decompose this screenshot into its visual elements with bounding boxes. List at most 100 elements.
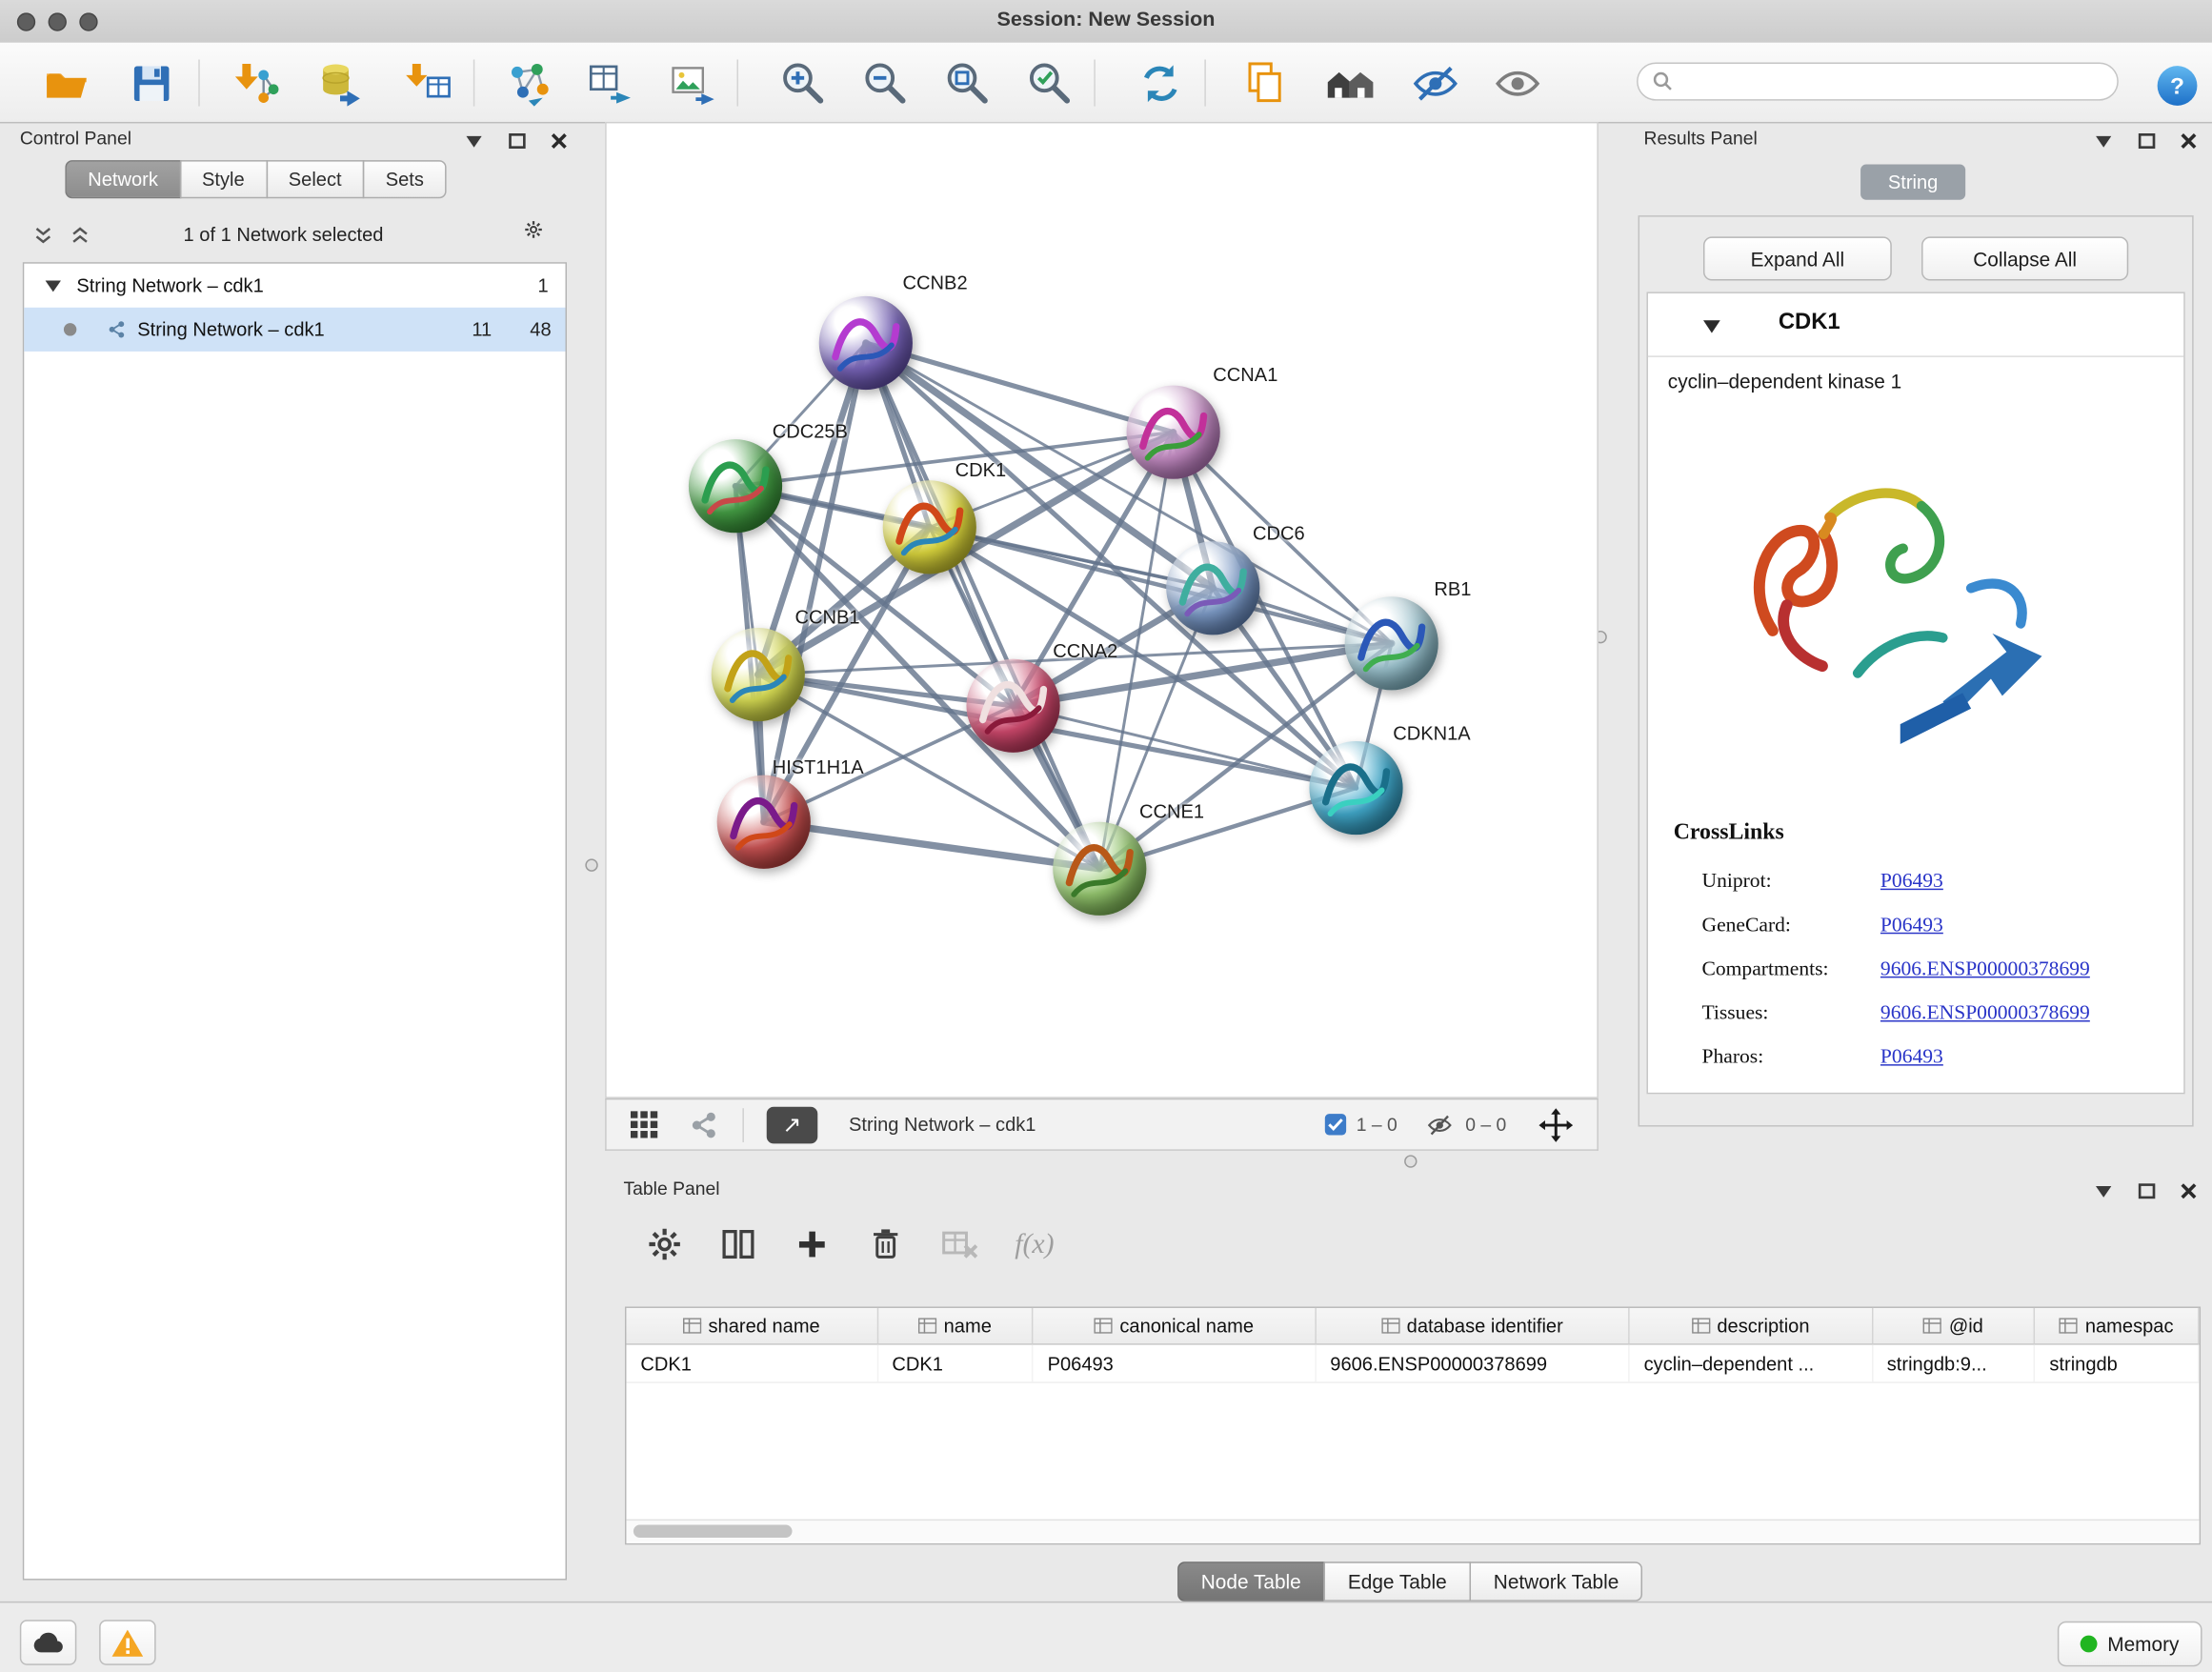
node-HIST1H1A[interactable]: [717, 776, 811, 869]
node-CDKN1A[interactable]: [1309, 741, 1402, 835]
crosslink-link[interactable]: P06493: [1880, 914, 1943, 937]
scrollbar-thumb[interactable]: [633, 1525, 793, 1538]
add-column-button[interactable]: [788, 1221, 836, 1267]
panel-close-icon[interactable]: [550, 131, 568, 150]
crosslink-link[interactable]: P06493: [1880, 870, 1943, 894]
collapse-entry-icon[interactable]: [1701, 317, 1719, 335]
eye-slash-icon: [1410, 58, 1461, 110]
tab-node-table[interactable]: Node Table: [1176, 1561, 1325, 1601]
table-horizontal-scrollbar[interactable]: [626, 1520, 2199, 1542]
string-home-button[interactable]: [1323, 57, 1377, 111]
zoom-fit-button[interactable]: [941, 57, 995, 111]
show-all-button[interactable]: [1491, 57, 1545, 111]
import-table-from-file-button[interactable]: [402, 57, 456, 111]
node-CCNB2[interactable]: [819, 296, 913, 390]
open-session-button[interactable]: [40, 57, 94, 111]
gear-icon[interactable]: [524, 220, 542, 238]
table-cell[interactable]: CDK1: [626, 1345, 877, 1382]
selected-checkbox-icon[interactable]: [1325, 1114, 1346, 1135]
table-cell[interactable]: P06493: [1034, 1345, 1317, 1382]
hidden-eye-slash-icon[interactable]: [1423, 1116, 1458, 1134]
node-CDK1[interactable]: [883, 480, 976, 574]
column-header-database-identifier[interactable]: database identifier: [1316, 1308, 1629, 1343]
node-RB1[interactable]: [1345, 596, 1438, 690]
memory-button[interactable]: Memory: [2058, 1622, 2202, 1667]
crosslink-link[interactable]: 9606.ENSP00000378699: [1880, 1002, 2090, 1026]
tab-sets[interactable]: Sets: [363, 160, 447, 198]
crosslink-link[interactable]: 9606.ENSP00000378699: [1880, 958, 2090, 982]
tree-expander-icon[interactable]: [44, 276, 62, 294]
column-header-namespac[interactable]: namespac: [2035, 1308, 2199, 1343]
birdseye-view-button[interactable]: ↗: [767, 1106, 818, 1143]
column-header--id[interactable]: @id: [1873, 1308, 2036, 1343]
zoom-in-button[interactable]: [776, 57, 831, 111]
node-CDC25B[interactable]: [689, 439, 782, 533]
move-crosshair-icon[interactable]: [1538, 1116, 1575, 1134]
expand-all-button[interactable]: Expand All: [1703, 236, 1892, 280]
protein-entry-header[interactable]: CDK1: [1648, 293, 2183, 357]
panel-float-icon[interactable]: [2137, 131, 2155, 150]
tab-network[interactable]: Network: [65, 160, 180, 198]
tab-edge-table[interactable]: Edge Table: [1324, 1561, 1471, 1601]
column-header-shared-name[interactable]: shared name: [626, 1308, 877, 1343]
export-image-button[interactable]: [666, 57, 720, 111]
panel-close-icon[interactable]: [2180, 1182, 2198, 1200]
network-view-share-icon[interactable]: [689, 1116, 720, 1134]
delete-table-button[interactable]: [935, 1221, 984, 1267]
table-cell[interactable]: CDK1: [878, 1345, 1034, 1382]
panel-menu-icon[interactable]: [2095, 1182, 2113, 1200]
control-panel-tabs: NetworkStyleSelectSets: [67, 160, 447, 198]
column-header-name[interactable]: name: [878, 1308, 1034, 1343]
collapse-all-button[interactable]: Collapse All: [1921, 236, 2128, 280]
table-settings-button[interactable]: [640, 1221, 689, 1267]
collapse-all-icon[interactable]: [34, 226, 52, 244]
copy-button[interactable]: [1238, 57, 1293, 111]
panel-close-icon[interactable]: [2180, 131, 2198, 150]
table-cell[interactable]: 9606.ENSP00000378699: [1316, 1345, 1629, 1382]
expand-all-icon[interactable]: [70, 226, 89, 244]
show-columns-button[interactable]: [714, 1221, 763, 1267]
hide-selected-button[interactable]: [1409, 57, 1463, 111]
vertical-splitter-grip[interactable]: [585, 858, 597, 871]
table-cell[interactable]: stringdb:9...: [1873, 1345, 2036, 1382]
network-row[interactable]: String Network – cdk1 11 48: [24, 308, 565, 352]
new-network-button[interactable]: [502, 57, 556, 111]
refresh-button[interactable]: [1134, 57, 1188, 111]
panel-menu-icon[interactable]: [2095, 131, 2113, 150]
tab-network-table[interactable]: Network Table: [1469, 1561, 1642, 1601]
horizontal-splitter-grip[interactable]: [1404, 1155, 1417, 1167]
table-body-row[interactable]: CDK1CDK1P064939606.ENSP00000378699cyclin…: [626, 1345, 2199, 1383]
zoom-out-button[interactable]: [858, 57, 913, 111]
import-network-from-file-button[interactable]: [230, 57, 284, 111]
tab-select[interactable]: Select: [266, 160, 364, 198]
node-CCNE1[interactable]: [1053, 822, 1146, 916]
node-CCNA1[interactable]: [1127, 386, 1220, 479]
function-builder-button[interactable]: f(x): [1000, 1221, 1068, 1267]
cloud-button[interactable]: [20, 1620, 77, 1665]
delete-column-button[interactable]: [861, 1221, 910, 1267]
panel-menu-icon[interactable]: [465, 131, 483, 150]
table-cell[interactable]: stringdb: [2036, 1345, 2200, 1382]
table-cell[interactable]: cyclin–dependent ...: [1630, 1345, 1873, 1382]
crosslink-link[interactable]: P06493: [1880, 1046, 1943, 1070]
grid-view-icon[interactable]: [629, 1116, 660, 1134]
column-header-description[interactable]: description: [1630, 1308, 1873, 1343]
help-button[interactable]: ?: [2150, 58, 2204, 112]
import-network-from-database-button[interactable]: [314, 57, 369, 111]
node-CDC6[interactable]: [1166, 541, 1259, 635]
search-input[interactable]: [1682, 70, 2118, 93]
zoom-selected-button[interactable]: [1023, 57, 1077, 111]
new-network-from-table-button[interactable]: [584, 57, 638, 111]
tab-string[interactable]: String: [1860, 165, 1965, 200]
network-canvas[interactable]: CCNB2CCNA1CDC25BCDK1CDC6RB1CCNB1CCNA2CDK…: [605, 122, 1599, 1098]
save-session-button[interactable]: [125, 57, 179, 111]
tab-style[interactable]: Style: [179, 160, 267, 198]
node-CCNA2[interactable]: [966, 659, 1059, 753]
panel-float-icon[interactable]: [2137, 1182, 2155, 1200]
node-CCNB1[interactable]: [712, 628, 805, 721]
warnings-button[interactable]: [99, 1620, 156, 1665]
column-header-canonical-name[interactable]: canonical name: [1034, 1308, 1317, 1343]
network-collection-row[interactable]: String Network – cdk1 1: [24, 264, 565, 308]
search-field[interactable]: [1637, 62, 2119, 100]
panel-float-icon[interactable]: [508, 131, 526, 150]
